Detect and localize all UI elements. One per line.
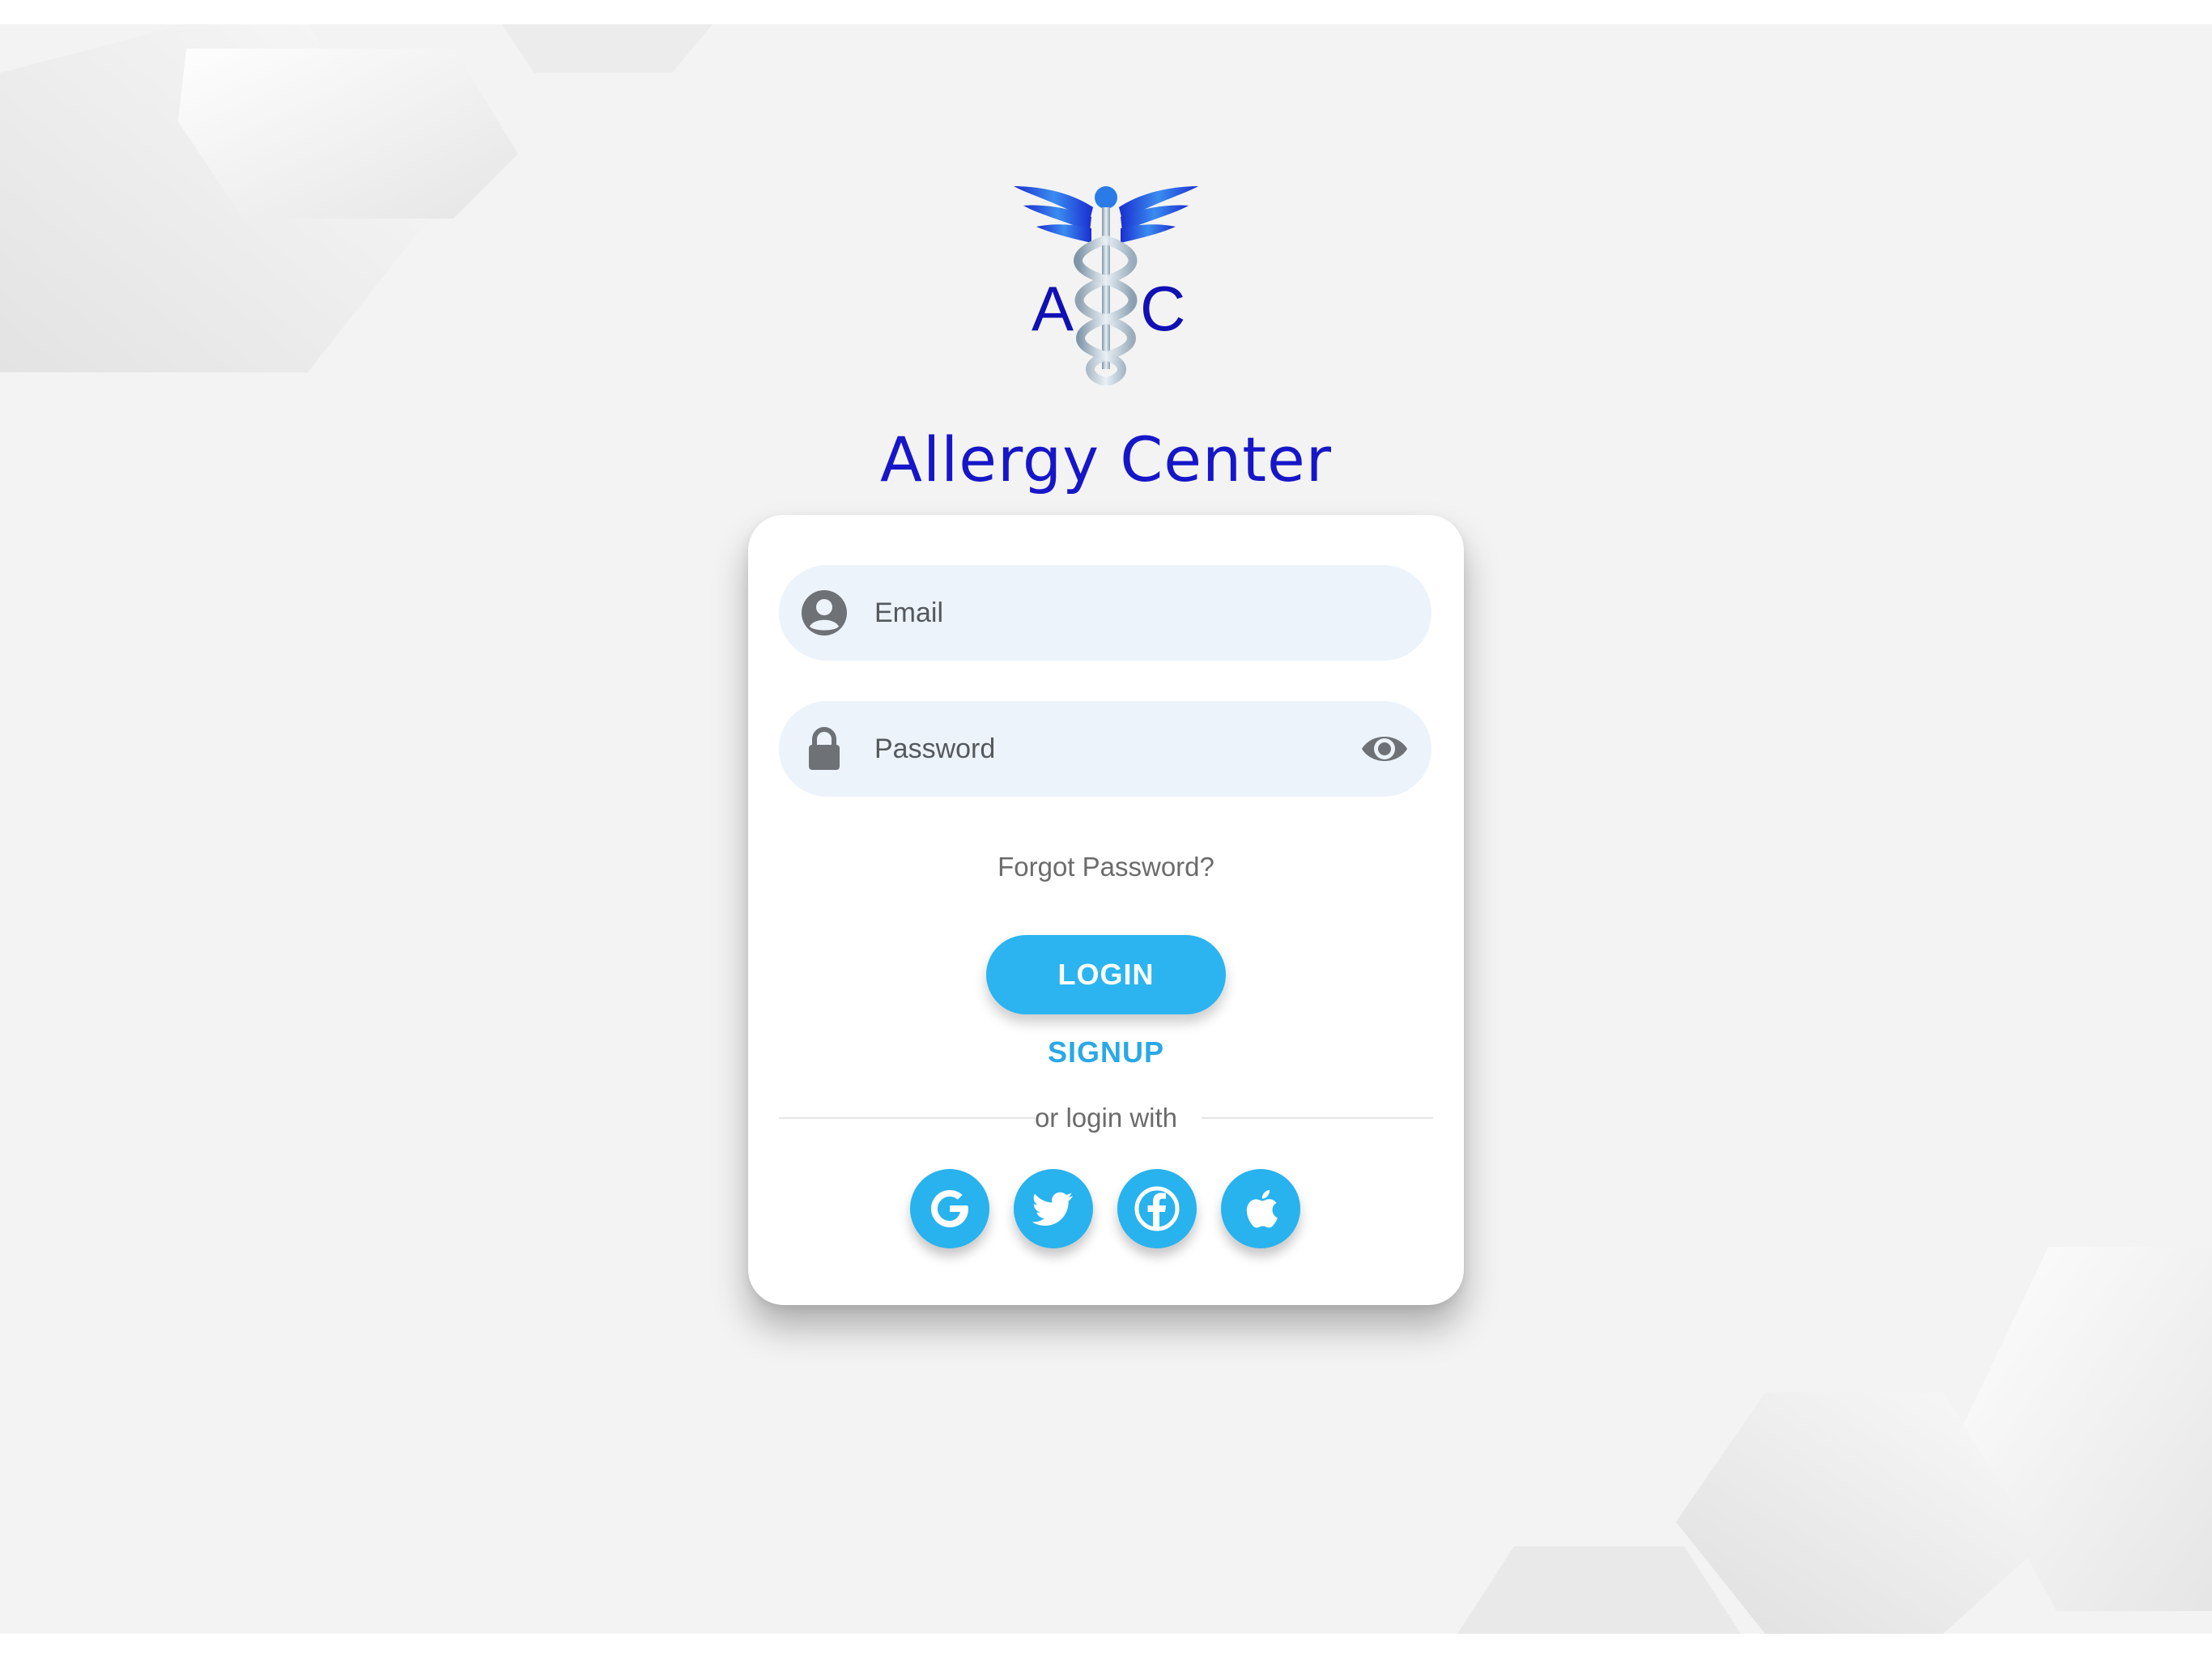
facebook-icon: [1134, 1186, 1180, 1231]
google-icon: [931, 1190, 968, 1227]
google-login-button[interactable]: [910, 1169, 989, 1248]
facebook-login-button[interactable]: [1117, 1169, 1197, 1248]
twitter-login-button[interactable]: [1014, 1169, 1093, 1248]
email-field[interactable]: Email: [779, 565, 1431, 661]
password-placeholder: Password: [874, 733, 996, 764]
email-placeholder: Email: [874, 597, 944, 628]
logo-letter-c: C: [1140, 273, 1185, 344]
apple-login-button[interactable]: [1221, 1169, 1300, 1248]
login-button[interactable]: LOGIN: [986, 935, 1226, 1014]
password-field[interactable]: Password: [779, 701, 1431, 797]
lock-icon: [809, 727, 840, 770]
login-screen: A C Allergy Center Email Password Forgot…: [0, 24, 2212, 1634]
eye-icon[interactable]: [1360, 729, 1409, 769]
apple-icon: [1246, 1190, 1278, 1228]
caduceus-logo: A C: [1014, 186, 1198, 385]
logo-letter-a: A: [1032, 273, 1074, 344]
login-card: Email Password Forgot Password? LOGIN SI…: [748, 515, 1464, 1305]
forgot-password-link[interactable]: Forgot Password?: [748, 847, 1464, 887]
divider-right: [1202, 1117, 1433, 1119]
twitter-icon: [1032, 1192, 1073, 1226]
app-title: Allergy Center: [879, 423, 1333, 495]
user-circle-icon: [802, 590, 847, 636]
signup-link[interactable]: SIGNUP: [748, 1030, 1464, 1075]
